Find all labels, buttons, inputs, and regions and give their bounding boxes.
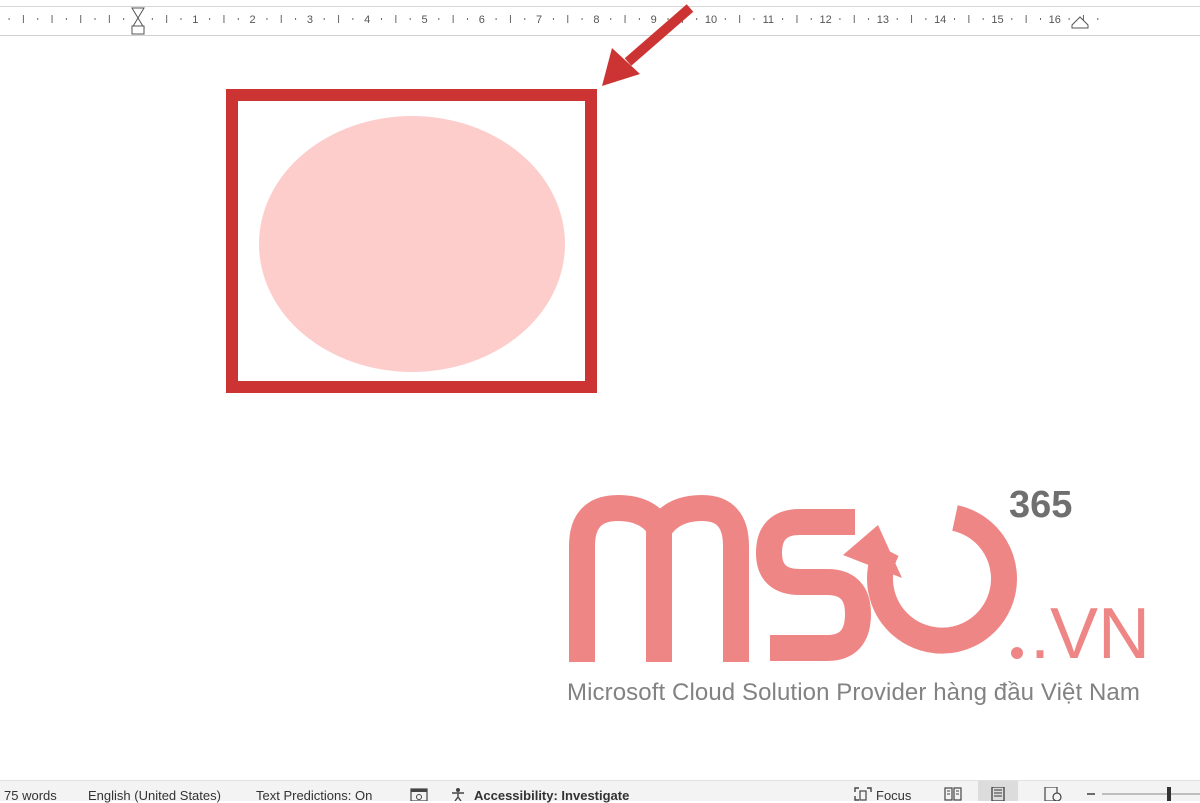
- accessibility-status[interactable]: Accessibility: Investigate: [474, 789, 629, 803]
- ruler-number: 4: [364, 14, 370, 26]
- status-bar: 75 words English (United States) Text Pr…: [0, 780, 1200, 803]
- ruler-number: 10: [705, 14, 717, 26]
- hourglass-indent-marker: [131, 7, 145, 29]
- ruler-number: 6: [479, 14, 485, 26]
- ruler-number: 14: [934, 14, 946, 26]
- logo-suffix: .VN: [1030, 594, 1150, 674]
- text-predictions-status[interactable]: Text Predictions: On: [256, 789, 372, 803]
- ruler-number: 16: [1049, 14, 1061, 26]
- left-indent-box: [131, 25, 145, 35]
- language-status[interactable]: English (United States): [88, 789, 221, 803]
- logo-tagline: Microsoft Cloud Solution Provider hàng đ…: [567, 679, 1140, 706]
- word-count[interactable]: 75 words: [4, 789, 57, 803]
- zoom-slider[interactable]: [1100, 787, 1200, 801]
- web-layout-icon[interactable]: [1044, 787, 1062, 801]
- focus-mode-icon[interactable]: [854, 787, 872, 801]
- accessibility-person-icon[interactable]: [450, 787, 470, 801]
- triangle-indent-marker: [1071, 16, 1089, 29]
- read-mode-icon[interactable]: [944, 787, 962, 801]
- ruler-number: 11: [763, 14, 774, 26]
- ruler-number: 5: [421, 14, 427, 26]
- focus-button[interactable]: Focus: [876, 789, 911, 803]
- ruler-number: 15: [991, 14, 1003, 26]
- ruler-number: 12: [819, 14, 831, 26]
- ruler-number: 1: [192, 14, 198, 26]
- logo-365-superscript: 365: [1009, 484, 1072, 526]
- ruler-number: 2: [250, 14, 256, 26]
- print-layout-icon[interactable]: [990, 787, 1006, 801]
- minus-icon[interactable]: [1086, 787, 1096, 801]
- ruler-number: 7: [536, 14, 542, 26]
- ellipse-shape[interactable]: [259, 116, 565, 372]
- red-arrow-icon: [602, 4, 694, 86]
- ruler-number: 3: [307, 14, 313, 26]
- mso-logo: .VN 365: [569, 484, 1150, 674]
- macro-recording-icon[interactable]: [410, 787, 428, 801]
- ruler-number: 13: [877, 14, 889, 26]
